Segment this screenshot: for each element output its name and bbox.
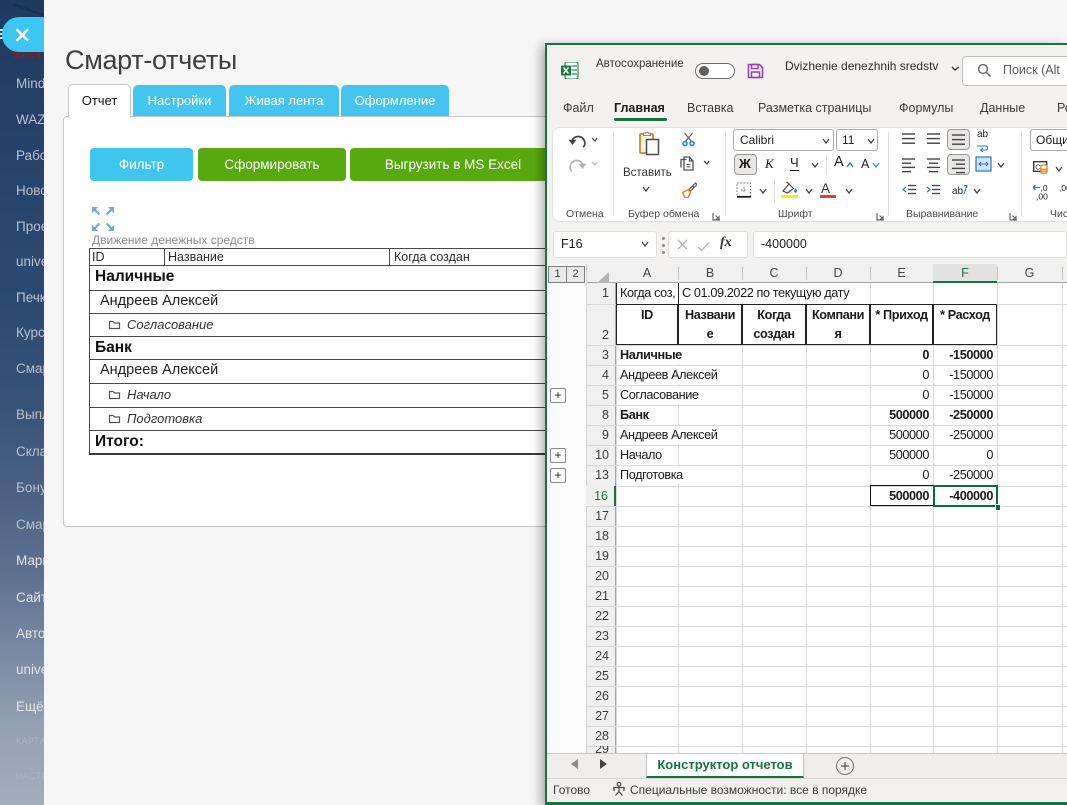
svg-text:,00: ,00: [1059, 183, 1067, 193]
svg-text:,00: ,00: [1036, 192, 1048, 202]
svg-text:ab: ab: [952, 186, 964, 197]
